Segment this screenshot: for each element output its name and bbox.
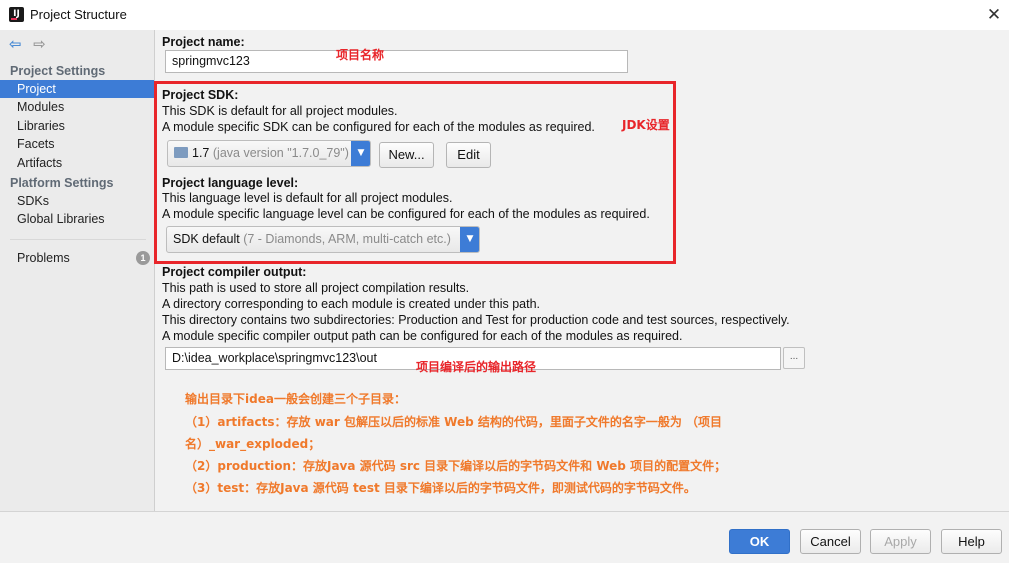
sidebar: ⇦ ⇨ Project Settings Project Modules Lib…: [0, 30, 155, 511]
help-button[interactable]: Help: [941, 529, 1002, 554]
project-structure-dialog: IJ Project Structure ✕ ⇦ ⇨ Project Setti…: [0, 0, 1009, 563]
project-sdk-label: Project SDK:: [162, 88, 239, 102]
sidebar-item-problems[interactable]: Problems: [0, 249, 154, 267]
note-line-5: （3）test：存放Java 源代码 test 目录下编译以后的字节码文件，即测…: [185, 481, 696, 495]
compiler-output-desc-1: This path is used to store all project c…: [162, 281, 470, 295]
section-heading-project-settings: Project Settings: [10, 64, 106, 78]
edit-sdk-button[interactable]: Edit: [446, 142, 491, 168]
title-bar: IJ Project Structure ✕: [0, 0, 1009, 30]
chevron-down-icon: ▼: [460, 227, 479, 252]
jdk-annotation: JDK设置: [622, 118, 670, 132]
language-level-select[interactable]: SDK default (7 - Diamonds, ARM, multi-ca…: [166, 226, 480, 253]
compiler-output-desc-4: A module specific compiler output path c…: [162, 329, 683, 343]
project-sdk-selected: 1.7: [192, 146, 210, 160]
language-level-selected: SDK default: [173, 232, 240, 246]
note-line-2: （1）artifacts：存放 war 包解压以后的标准 Web 结构的代码，里…: [185, 415, 723, 429]
project-sdk-select[interactable]: 1.7 (java version "1.7.0_79") ▼: [167, 140, 371, 167]
compiler-output-desc-3: This directory contains two subdirectori…: [162, 313, 790, 327]
browse-button[interactable]: ...: [783, 347, 805, 369]
project-name-annotation: 项目名称: [336, 48, 385, 62]
compiler-output-label: Project compiler output:: [162, 265, 307, 279]
sidebar-item-facets[interactable]: Facets: [0, 135, 154, 153]
project-sdk-selected-detail: (java version "1.7.0_79"): [212, 146, 349, 160]
intellij-logo-icon: IJ: [9, 7, 24, 22]
language-level-selected-detail: (7 - Diamonds, ARM, multi-catch etc.): [243, 232, 451, 246]
close-icon[interactable]: ✕: [983, 4, 1005, 26]
sidebar-divider: [10, 239, 146, 240]
back-arrow-icon[interactable]: ⇦: [9, 36, 22, 52]
note-line-1: 输出目录下idea一般会创建三个子目录：: [185, 392, 406, 406]
window-title: Project Structure: [30, 7, 127, 22]
apply-button[interactable]: Apply: [870, 529, 931, 554]
compiler-output-annotation: 项目编译后的输出路径: [416, 360, 537, 374]
nav-arrows: ⇦ ⇨: [9, 36, 54, 52]
sidebar-item-artifacts[interactable]: Artifacts: [0, 154, 154, 172]
compiler-output-desc-2: A directory corresponding to each module…: [162, 297, 540, 311]
problems-count-badge: 1: [136, 251, 150, 265]
chevron-down-icon: ▼: [351, 141, 370, 166]
project-name-input[interactable]: springmvc123: [165, 50, 628, 73]
new-sdk-button[interactable]: New...: [379, 142, 434, 168]
note-line-3: 名）_war_exploded；: [185, 437, 321, 451]
project-sdk-desc-2: A module specific SDK can be configured …: [162, 120, 595, 134]
sidebar-item-modules[interactable]: Modules: [0, 98, 154, 116]
sidebar-item-global-libraries[interactable]: Global Libraries: [0, 210, 154, 228]
footer-divider: [0, 511, 1009, 512]
section-heading-platform-settings: Platform Settings: [10, 176, 114, 190]
note-line-4: （2）production：存放Java 源代码 src 目录下编译以后的字节码…: [185, 459, 727, 473]
language-level-desc-2: A module specific language level can be …: [162, 207, 650, 221]
cancel-button[interactable]: Cancel: [800, 529, 861, 554]
language-level-desc-1: This language level is default for all p…: [162, 191, 453, 205]
project-name-label: Project name:: [162, 35, 245, 49]
forward-arrow-icon[interactable]: ⇨: [33, 36, 46, 52]
language-level-label: Project language level:: [162, 176, 299, 190]
sidebar-item-sdks[interactable]: SDKs: [0, 192, 154, 210]
sdk-folder-icon: [174, 147, 188, 158]
ok-button[interactable]: OK: [729, 529, 790, 554]
project-sdk-desc-1: This SDK is default for all project modu…: [162, 104, 398, 118]
sidebar-item-project[interactable]: Project: [0, 80, 154, 98]
sidebar-item-libraries[interactable]: Libraries: [0, 117, 154, 135]
